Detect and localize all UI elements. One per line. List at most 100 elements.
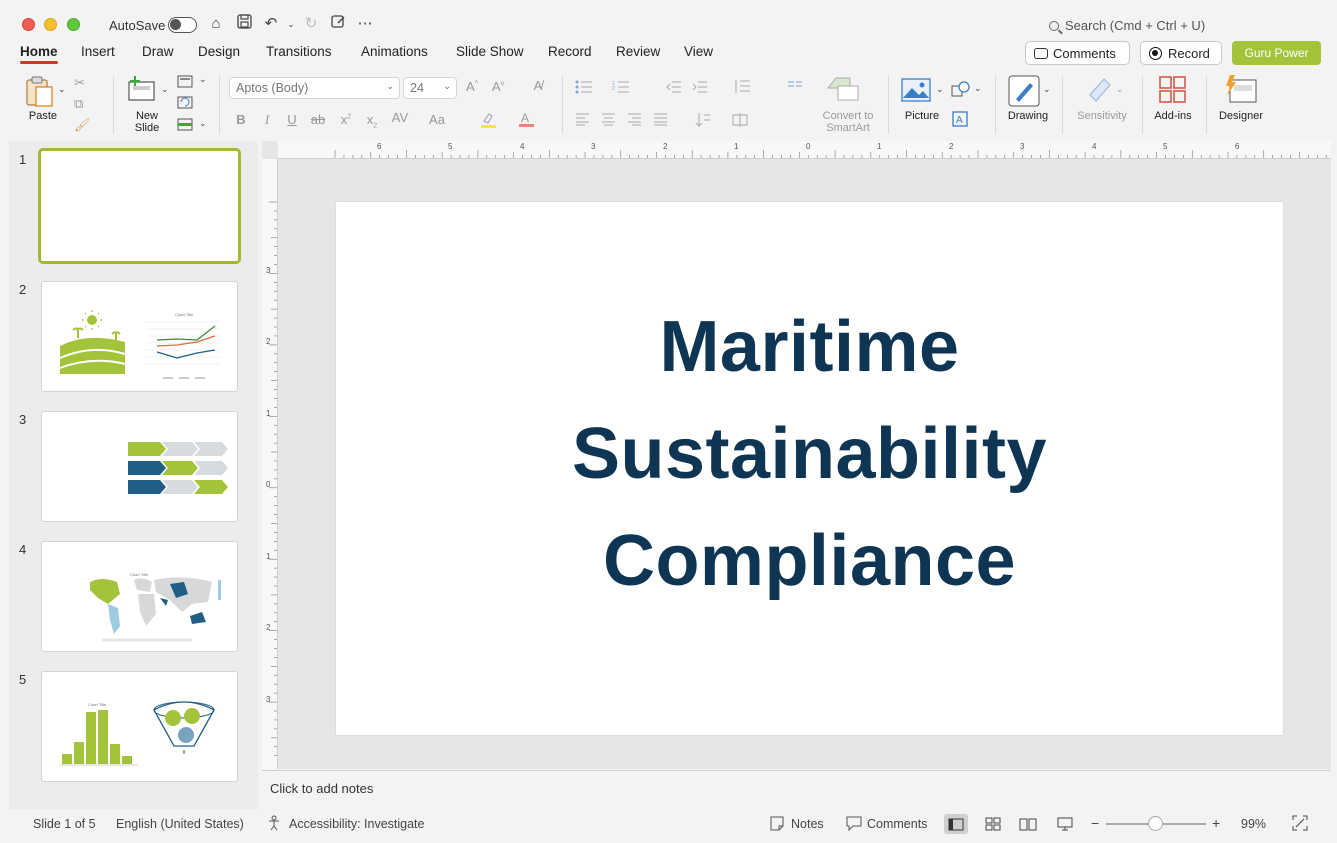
comments-toggle-label[interactable]: Comments	[867, 817, 927, 831]
character-spacing-icon[interactable]: AV	[389, 110, 411, 125]
superscript-icon[interactable]: x2	[337, 112, 355, 127]
tab-slide-show[interactable]: Slide Show	[456, 44, 524, 59]
section-chevron-icon[interactable]: ⌄	[199, 118, 207, 129]
zoom-in-button[interactable]: +	[1212, 815, 1220, 831]
accessibility-icon[interactable]	[267, 815, 283, 834]
tab-review[interactable]: Review	[616, 44, 660, 59]
tab-home[interactable]: Home	[20, 44, 58, 64]
bullets-icon[interactable]	[575, 80, 593, 97]
autosave-toggle[interactable]	[168, 17, 197, 33]
font-size-select[interactable]: 24 ⌄	[403, 77, 457, 99]
section-icon[interactable]	[177, 118, 193, 134]
picture-chevron-icon[interactable]: ⌄	[936, 84, 944, 95]
search-box[interactable]: Search (Cmd + Ctrl + U)	[1049, 18, 1205, 33]
layout-chevron-icon[interactable]: ⌄	[199, 74, 207, 85]
accessibility-status[interactable]: Accessibility: Investigate	[289, 817, 424, 831]
decrease-font-icon[interactable]: Av	[489, 79, 507, 94]
change-case-icon[interactable]: Aa	[426, 112, 448, 127]
align-text-icon[interactable]	[732, 112, 750, 130]
paste-icon[interactable]	[24, 76, 58, 108]
minimize-window-button[interactable]	[44, 18, 57, 31]
bold-icon[interactable]: B	[232, 112, 250, 127]
align-right-icon[interactable]	[627, 113, 642, 129]
text-box-icon[interactable]: A	[952, 111, 968, 130]
layout-icon[interactable]	[177, 75, 193, 91]
tab-transitions[interactable]: Transitions	[266, 44, 332, 59]
reading-view-button[interactable]	[1016, 814, 1040, 834]
zoom-level[interactable]: 99%	[1241, 817, 1266, 831]
slide-canvas[interactable]: Maritime Sustainability Compliance	[336, 202, 1283, 735]
line-spacing-icon[interactable]	[733, 79, 751, 97]
slide-title-line-2[interactable]: Sustainability	[336, 413, 1283, 495]
slide-thumbnail-4[interactable]: Chart Title	[41, 541, 238, 652]
sensitivity-icon[interactable]	[1086, 75, 1114, 108]
language-indicator[interactable]: English (United States)	[116, 817, 244, 831]
decrease-indent-icon[interactable]	[666, 80, 682, 97]
guru-power-button[interactable]: Guru Power	[1232, 41, 1321, 65]
redo-icon[interactable]: ↻	[301, 14, 321, 34]
italic-icon[interactable]: I	[258, 112, 276, 128]
columns-icon[interactable]	[787, 80, 803, 95]
customize-toolbar-icon[interactable]	[328, 14, 348, 35]
slide-sorter-button[interactable]	[981, 814, 1005, 834]
undo-dropdown-chevron-icon[interactable]: ⌄	[281, 14, 301, 34]
reset-icon[interactable]	[177, 96, 193, 112]
text-direction-icon[interactable]	[695, 112, 711, 130]
comments-status-icon[interactable]	[846, 816, 862, 834]
zoom-out-button[interactable]: −	[1091, 815, 1099, 831]
notes-toggle-label[interactable]: Notes	[791, 817, 824, 831]
picture-icon[interactable]	[901, 78, 931, 105]
zoom-window-button[interactable]	[67, 18, 80, 31]
tab-animations[interactable]: Animations	[361, 44, 428, 59]
save-icon[interactable]	[234, 14, 254, 35]
designer-icon[interactable]	[1224, 74, 1258, 107]
sensitivity-chevron-icon[interactable]: ⌄	[1116, 84, 1124, 95]
shapes-chevron-icon[interactable]: ⌄	[974, 83, 982, 94]
drawing-icon[interactable]	[1008, 75, 1040, 110]
shapes-icon[interactable]	[951, 80, 971, 101]
justify-icon[interactable]	[653, 113, 668, 129]
cut-icon[interactable]: ✂	[74, 75, 85, 91]
slide-thumbnail-2[interactable]: Chart Title	[41, 281, 238, 392]
add-ins-icon[interactable]	[1159, 76, 1187, 107]
notes-pane[interactable]: Click to add notes	[262, 770, 1331, 810]
close-window-button[interactable]	[22, 18, 35, 31]
fit-to-window-icon[interactable]	[1292, 815, 1308, 834]
zoom-slider-handle[interactable]	[1148, 816, 1163, 831]
slide-title-line-3[interactable]: Compliance	[336, 520, 1283, 602]
slide-show-button[interactable]	[1053, 814, 1077, 834]
copy-icon[interactable]: ⧉	[74, 96, 83, 112]
strikethrough-icon[interactable]: ab	[309, 112, 327, 127]
new-slide-icon[interactable]	[127, 75, 157, 103]
subscript-icon[interactable]: x2	[363, 112, 381, 130]
new-slide-chevron-icon[interactable]: ⌄	[161, 84, 169, 95]
more-options-icon[interactable]: ⋯	[355, 14, 375, 34]
format-painter-icon[interactable]: 🖌	[74, 117, 91, 133]
align-left-icon[interactable]	[575, 113, 590, 129]
tab-view[interactable]: View	[684, 44, 713, 59]
record-button[interactable]: Record	[1140, 41, 1222, 65]
font-color-icon[interactable]: A	[518, 111, 534, 128]
slide-title-line-1[interactable]: Maritime	[336, 306, 1283, 388]
tab-record[interactable]: Record	[548, 44, 592, 59]
home-icon[interactable]: ⌂	[206, 14, 226, 34]
notes-placeholder[interactable]: Click to add notes	[270, 781, 373, 796]
drawing-chevron-icon[interactable]: ⌄	[1043, 84, 1051, 95]
slide-thumbnails-pane[interactable]: 1 2 Chart Title 3 4 Chart Title 5 Chart …	[9, 141, 258, 809]
highlight-icon[interactable]	[480, 112, 496, 128]
slide-thumbnail-5[interactable]: Chart Title	[41, 671, 238, 782]
tab-draw[interactable]: Draw	[142, 44, 174, 59]
clear-formatting-icon[interactable]: A̸	[529, 78, 547, 93]
numbering-icon[interactable]: 12	[612, 80, 630, 97]
tab-design[interactable]: Design	[198, 44, 240, 59]
font-name-select[interactable]: Aptos (Body) ⌄	[229, 77, 400, 99]
undo-icon[interactable]: ↶	[261, 14, 281, 34]
increase-font-icon[interactable]: A^	[463, 79, 481, 94]
paste-dropdown-chevron-icon[interactable]: ⌄	[58, 84, 66, 95]
slide-thumbnail-1[interactable]	[38, 148, 241, 264]
normal-view-button[interactable]	[944, 814, 968, 834]
tab-insert[interactable]: Insert	[81, 44, 115, 59]
comments-button[interactable]: Comments	[1025, 41, 1130, 65]
align-center-icon[interactable]	[601, 113, 616, 129]
slide-thumbnail-3[interactable]	[41, 411, 238, 522]
